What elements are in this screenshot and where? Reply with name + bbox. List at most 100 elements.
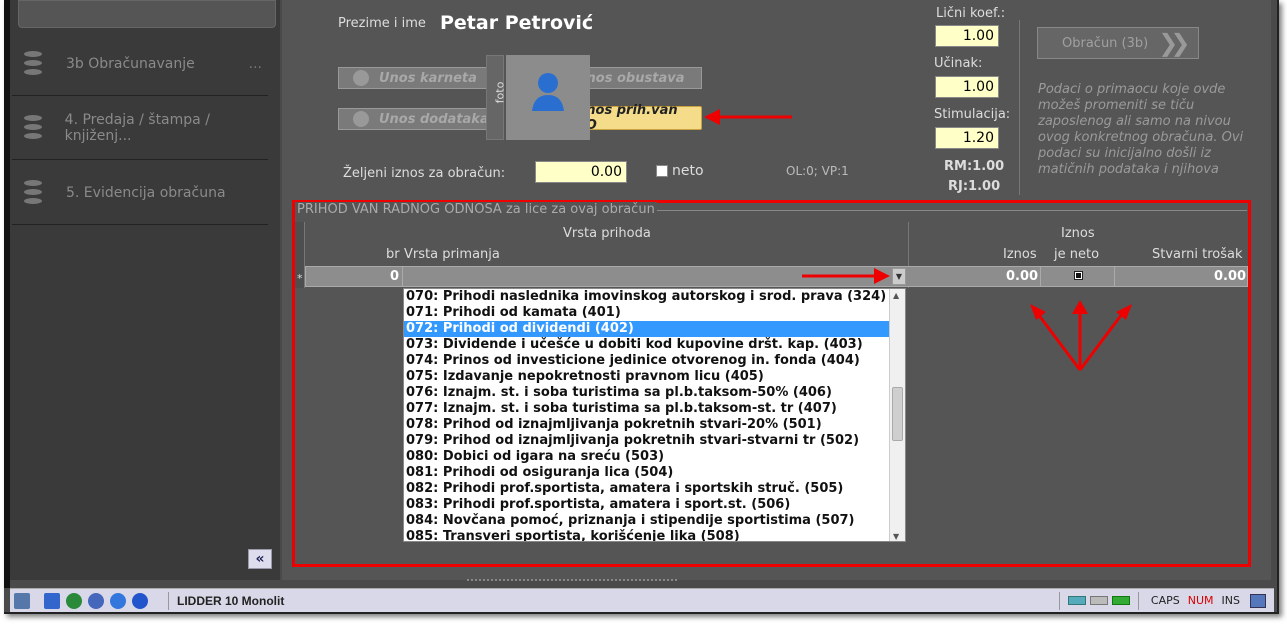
photo-label: foto [493, 81, 507, 104]
vertical-divider [1019, 20, 1020, 195]
name-label: Prezime i ime [338, 16, 426, 31]
num-indicator: NUM [1187, 594, 1214, 607]
cell-divider [1114, 267, 1115, 286]
database-info-icon [22, 114, 43, 141]
status-divider [168, 591, 169, 610]
collapse-sidebar-button[interactable]: « [248, 549, 272, 569]
dropdown-option[interactable]: 081: Prihodi od osiguranja lica (504) [404, 465, 905, 481]
check-shield-icon[interactable] [110, 592, 126, 609]
button-label: Unos dodataka [379, 111, 489, 127]
vrsta-primanja-dropdown-list[interactable]: 070: Prihodi naslednika imovinskog autor… [403, 288, 906, 542]
sidebar-item-label: 5. Evidencija obračuna [66, 184, 226, 201]
ol-vp-info: OL:0; VP:1 [786, 164, 849, 178]
dropdown-scrollbar[interactable]: ▲ ▼ [889, 289, 905, 541]
neto-checkbox[interactable] [656, 165, 668, 177]
network-icon[interactable] [14, 592, 30, 609]
scroll-up-icon[interactable]: ▲ [893, 291, 899, 300]
licni-koef-label: Lični koef.: [936, 6, 1006, 21]
licni-koef-input[interactable]: 1.00 [935, 25, 999, 47]
photo-box[interactable]: foto [486, 55, 590, 140]
button-label: Unos karneta [379, 70, 477, 86]
splitter-grip[interactable] [467, 579, 677, 583]
info-note: Podaci o primaocu koje ovde možeš promen… [1038, 82, 1244, 177]
keyboard-icon[interactable] [1250, 593, 1266, 608]
dropdown-option[interactable]: 074: Prinos od investicione jedinice otv… [404, 353, 905, 369]
rm-value: RM:1.00 [944, 159, 1005, 174]
section-title: PRIHOD VAN RADNOG ODNOSA za lice za ovaj… [295, 202, 657, 217]
dropdown-option[interactable]: 076: Iznajm. st. i soba turistima sa pl.… [404, 385, 905, 401]
column-header-vrsta[interactable]: Vrsta primanja [404, 247, 500, 262]
sidebar-item-predaja[interactable]: 4. Predaja / štampa / knjiženj... [12, 96, 268, 160]
dropdown-options: 070: Prihodi naslednika imovinskog autor… [404, 289, 905, 541]
dropdown-option[interactable]: 085: Transveri sportista, korišćenje lik… [404, 529, 905, 541]
row-iznos-cell[interactable]: 0.00 [1006, 269, 1038, 284]
dropdown-arrow-icon[interactable]: ▼ [892, 268, 906, 285]
connection-indicator-icon [1111, 596, 1130, 605]
connection-indicator-icon [1067, 596, 1086, 605]
column-header-trosak[interactable]: Stvarni trošak [1152, 247, 1243, 262]
column-header-br[interactable]: br [386, 247, 400, 262]
user-silhouette-icon [506, 55, 590, 140]
dropdown-option[interactable]: 083: Prihodi prof.sportista, amatera i s… [404, 497, 905, 513]
column-header-iznos[interactable]: Iznos [1003, 247, 1037, 262]
dropdown-option[interactable]: 082: Prihodi prof.sportista, amatera i s… [404, 481, 905, 497]
dropdown-option[interactable]: 084: Novčana pomoć, priznanja i stipendi… [404, 513, 905, 529]
connection-indicator-icon [1089, 596, 1108, 605]
zeljeni-label: Željeni iznos za obračun: [343, 166, 506, 181]
ucinak-input[interactable]: 1.00 [935, 76, 999, 98]
dropdown-option[interactable]: 071: Prihodi od kamata (401) [404, 305, 905, 321]
stimulacija-input[interactable]: 1.20 [935, 127, 999, 149]
status-divider [1058, 591, 1060, 610]
unos-karneta-button[interactable]: Unos karneta [338, 67, 501, 89]
sidebar-active-item[interactable] [18, 0, 276, 28]
globe-icon[interactable] [66, 592, 82, 609]
dropdown-option[interactable]: 073: Dividende i učešće u dobiti kod kup… [404, 337, 905, 353]
button-label: Unos prih.van RO [575, 103, 678, 133]
sidebar-item-obracunavanje[interactable]: 3b Obračunavanje ... [12, 32, 268, 96]
sidebar-item-label: 3b Obračunavanje [66, 55, 195, 72]
neto-label: neto [672, 163, 704, 179]
annotation-arrow-left [704, 109, 792, 125]
cell-divider [1040, 267, 1041, 286]
database-gear-icon [22, 50, 44, 77]
row-trosak-cell[interactable]: 0.00 [1214, 269, 1246, 284]
app-name: LIDDER 10 Monolit [177, 593, 285, 608]
button-label: Obračun (3b) [1062, 35, 1149, 51]
row-neto-checkbox[interactable] [1074, 271, 1083, 280]
employee-name: Petar Petrović [440, 12, 594, 34]
annotation-arrows-up [1030, 300, 1132, 371]
sidebar-item-evidencija[interactable]: 5. Evidencija obračuna [12, 161, 268, 225]
button-label: Unos obustava [576, 70, 685, 86]
ucinak-label: Učinak: [934, 56, 983, 71]
double-chevron-right-icon: ❯❯ [1158, 29, 1190, 57]
dropdown-option[interactable]: 077: Iznajm. st. i soba turistima sa pl.… [404, 401, 905, 417]
dropdown-option[interactable]: 075: Izdavanje nepokretnosti pravnom lic… [404, 369, 905, 385]
info-icon[interactable] [132, 592, 148, 609]
dropdown-option[interactable]: 070: Prihodi naslednika imovinskog autor… [404, 289, 905, 305]
status-divider [1137, 591, 1139, 610]
user-icon[interactable] [88, 592, 104, 609]
obracun-button[interactable]: Obračun (3b) ❯❯ [1037, 27, 1199, 59]
group-header-iznos: Iznos [1061, 226, 1095, 241]
dropdown-option[interactable]: 079: Prihod od iznajmljivanja pokretnih … [404, 433, 905, 449]
unos-dodataka-button[interactable]: Unos dodataka [338, 108, 501, 130]
group-header-vrsta: Vrsta prihoda [563, 226, 651, 241]
column-header-neto[interactable]: je neto [1054, 247, 1099, 262]
window-icon[interactable] [44, 592, 60, 609]
sidebar-item-dots: ... [248, 55, 262, 72]
scroll-down-icon[interactable]: ▼ [893, 532, 899, 541]
zeljeni-iznos-input[interactable]: 0.00 [535, 161, 627, 183]
sidebar-item-label: 4. Predaja / štampa / knjiženj... [64, 111, 210, 144]
disc-icon [353, 111, 369, 127]
caps-indicator: CAPS [1150, 594, 1180, 607]
photo-strip: foto [486, 55, 507, 140]
stimulacija-label: Stimulacija: [934, 107, 1011, 122]
status-bar: LIDDER 10 Monolit CAPS NUM INS [10, 588, 1274, 612]
dropdown-option[interactable]: 072: Prihodi od dividendi (402) [404, 321, 905, 337]
dropdown-option[interactable]: 078: Prihod od iznajmljivanja pokretnih … [404, 417, 905, 433]
row-br-cell[interactable]: 0 [390, 269, 399, 284]
scrollbar-thumb[interactable] [892, 387, 903, 441]
annotation-arrow-right [802, 268, 890, 284]
dropdown-option[interactable]: 080: Dobici od igara na sreću (503) [404, 449, 905, 465]
ins-indicator: INS [1221, 594, 1240, 607]
